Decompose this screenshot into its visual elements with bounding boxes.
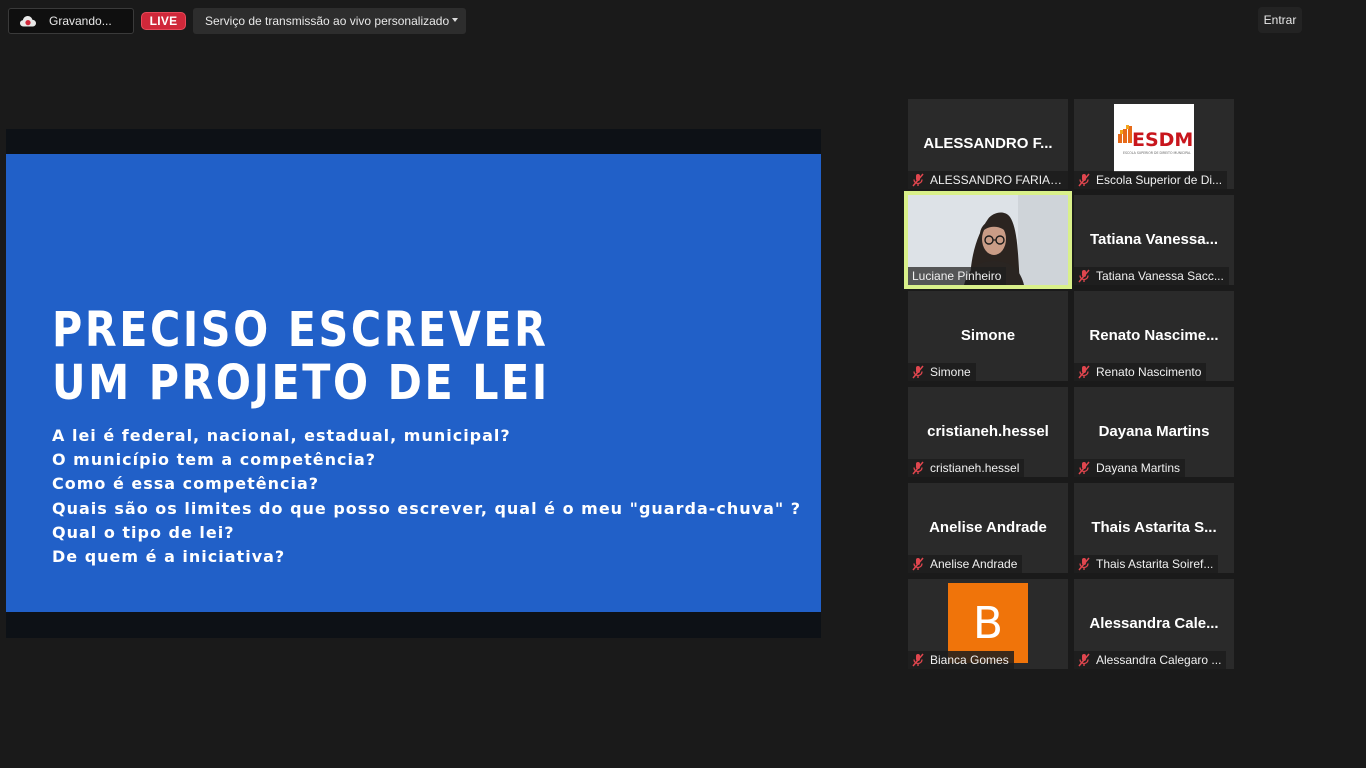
participant-display-name: Dayana Martins [1098,423,1210,440]
participant-display-name: Alessandra Cale... [1089,615,1219,632]
recording-indicator[interactable]: Gravando... [8,8,134,34]
slide-title-line1: PRECISO ESCREVER [52,302,549,358]
slide-question: De quem é a iniciativa? [52,547,286,567]
microphone-muted-icon [1078,173,1090,187]
participant-name: Anelise Andrade [930,557,1018,571]
participant-name-label: ALESSANDRO FARIAS... [908,171,1068,189]
participant-display-name: cristianeh.hessel [927,423,1049,440]
participant-name: Dayana Martins [1096,461,1181,475]
participant-name-label: Escola Superior de Di... [1074,171,1228,189]
slide-question: O município tem a competência? [52,450,377,470]
participant-tile[interactable]: ESDM ESCOLA SUPERIOR DE DIREITO MUNICIPA… [1074,99,1234,189]
participant-tile[interactable]: cristianeh.hessel cristianeh.hessel [908,387,1068,477]
participant-name-label: Tatiana Vanessa Sacc... [1074,267,1229,285]
presentation-slide: PRECISO ESCREVER UM PROJETO DE LEI A lei… [6,154,821,612]
recording-label: Gravando... [49,14,112,28]
slide-question: Quais são os limites do que posso escrev… [52,498,802,518]
participant-name: Bianca Gomes [930,653,1009,667]
participant-name-label: Bianca Gomes [908,651,1014,669]
slide-title-line2: UM PROJETO DE LEI [52,355,550,411]
microphone-muted-icon [912,173,924,187]
slide-question: Como é essa competência? [52,474,320,494]
participant-tile[interactable]: Alessandra Cale... Alessandra Calegaro .… [1074,579,1234,669]
participant-name: cristianeh.hessel [930,461,1020,475]
microphone-muted-icon [1078,557,1090,571]
logo-subtitle: ESCOLA SUPERIOR DE DIREITO MUNICIPAL [1123,151,1191,155]
participant-name: Renato Nascimento [1096,365,1202,379]
participant-display-name: Tatiana Vanessa... [1089,231,1219,248]
slide-question-list: A lei é federal, nacional, estadual, mun… [52,424,801,569]
participant-display-name: ALESSANDRO F... [923,135,1053,152]
participant-tile[interactable]: Anelise Andrade Anelise Andrade [908,483,1068,573]
participant-tile[interactable]: ALESSANDRO F... ALESSANDRO FARIAS... [908,99,1068,189]
participant-tile[interactable]: Thais Astarita S... Thais Astarita Soire… [1074,483,1234,573]
participant-name-label: Alessandra Calegaro ... [1074,651,1227,669]
microphone-muted-icon [912,653,924,667]
participant-name-label: Dayana Martins [1074,459,1186,477]
participant-tile-active-speaker[interactable]: Luciane Pinheiro [904,191,1072,289]
participant-name: Thais Astarita Soiref... [1096,557,1214,571]
participant-name: Escola Superior de Di... [1096,173,1223,187]
participant-name-label: Luciane Pinheiro [908,267,1007,285]
slide-question: A lei é federal, nacional, estadual, mun… [52,426,511,445]
participant-name-label: Thais Astarita Soiref... [1074,555,1219,573]
participant-display-name: Anelise Andrade [929,519,1047,536]
participant-name: Simone [930,365,971,379]
participant-name: Alessandra Calegaro ... [1096,653,1222,667]
participant-name: Tatiana Vanessa Sacc... [1096,269,1224,283]
participant-display-name: Thais Astarita S... [1091,519,1217,536]
participant-display-name: Simone [960,327,1016,344]
enter-button[interactable]: Entrar [1258,7,1302,33]
participant-tile[interactable]: Renato Nascime... Renato Nascimento [1074,291,1234,381]
participant-name-label: Renato Nascimento [1074,363,1207,381]
microphone-muted-icon [1078,653,1090,667]
microphone-muted-icon [912,461,924,475]
participant-name: ALESSANDRO FARIAS... [930,173,1063,187]
participant-tile[interactable]: Dayana Martins Dayana Martins [1074,387,1234,477]
participant-tile[interactable]: B Bianca Gomes [908,579,1068,669]
participant-name-label: cristianeh.hessel [908,459,1025,477]
microphone-muted-icon [1078,365,1090,379]
participant-name: Luciane Pinheiro [912,269,1002,283]
microphone-muted-icon [912,365,924,379]
cloud-record-icon [19,14,37,28]
stream-service-label: Serviço de transmissão ao vivo personali… [205,14,450,28]
participant-name-label: Anelise Andrade [908,555,1023,573]
microphone-muted-icon [912,557,924,571]
participant-tile[interactable]: Simone Simone [908,291,1068,381]
participant-display-name: Renato Nascime... [1089,327,1219,344]
slide-title: PRECISO ESCREVER UM PROJETO DE LEI [52,304,550,410]
stream-service-dropdown[interactable]: Serviço de transmissão ao vivo personali… [193,8,466,34]
shared-screen[interactable]: PRECISO ESCREVER UM PROJETO DE LEI A lei… [6,129,821,638]
esdm-logo: ESDM ESCOLA SUPERIOR DE DIREITO MUNICIPA… [1114,104,1194,172]
live-badge[interactable]: LIVE [141,12,186,30]
participant-video: Luciane Pinheiro [908,195,1068,285]
participant-tile[interactable]: Tatiana Vanessa... Tatiana Vanessa Sacc.… [1074,195,1234,285]
logo-mark: ESDM [1132,129,1193,151]
microphone-muted-icon [1078,461,1090,475]
slide-question: Qual o tipo de lei? [52,522,235,542]
chevron-down-icon [452,18,458,22]
microphone-muted-icon [1078,269,1090,283]
participant-name-label: Simone [908,363,976,381]
